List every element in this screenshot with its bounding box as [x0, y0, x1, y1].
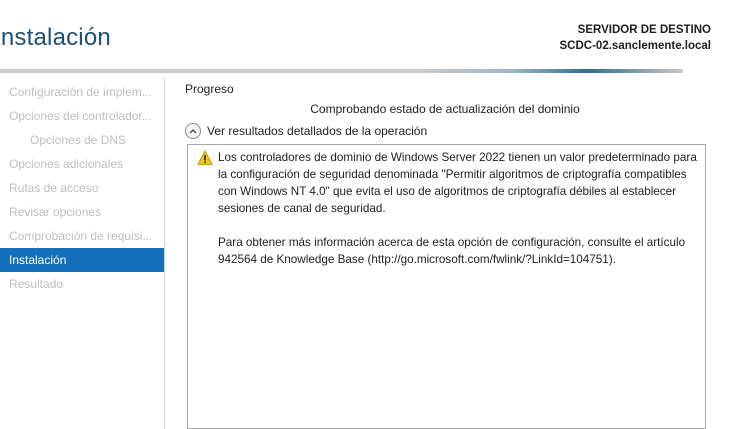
nav-item-results[interactable]: Resultado: [0, 272, 164, 296]
results-message-paragraph-1: Los controladores de dominio de Windows …: [218, 151, 697, 215]
nav-item-review-options[interactable]: Revisar opciones: [0, 200, 164, 224]
nav-item-deployment-configuration[interactable]: Configuración de implem...: [0, 80, 164, 104]
results-message: Los controladores de dominio de Windows …: [218, 149, 698, 285]
detailed-results-label: Ver resultados detallados de la operació…: [207, 124, 428, 138]
operation-results-box: Los controladores de dominio de Windows …: [187, 144, 706, 429]
target-server-name: SCDC-02.sanclemente.local: [559, 40, 711, 52]
detailed-results-toggle[interactable]: Ver resultados detallados de la operació…: [185, 123, 427, 139]
warning-icon: [197, 150, 213, 166]
target-server-info: SERVIDOR DE DESTINO SCDC-02.sanclemente.…: [560, 22, 711, 54]
nav-item-dns-options[interactable]: Opciones de DNS: [0, 128, 164, 152]
target-server-label: SERVIDOR DE DESTINO: [577, 24, 711, 36]
nav-item-additional-options[interactable]: Opciones adicionales: [0, 152, 164, 176]
page-title: Instalación: [0, 24, 111, 51]
nav-item-installation[interactable]: Instalación: [0, 248, 164, 272]
nav-item-prerequisites-check[interactable]: Comprobación de requisi...: [0, 224, 164, 248]
nav-separator: [164, 78, 165, 429]
wizard-nav: Configuración de implem... Opciones del …: [0, 80, 164, 429]
progress-status-text: Comprobando estado de actualización del …: [310, 102, 580, 116]
progress-label: Progreso: [185, 82, 234, 96]
header-divider: [0, 69, 683, 73]
nav-item-domain-controller-options[interactable]: Opciones del controlador...: [0, 104, 164, 128]
results-message-paragraph-2: Para obtener más información acerca de e…: [218, 236, 686, 266]
main-content: Progreso Comprobando estado de actualiza…: [185, 80, 715, 429]
nav-item-paths[interactable]: Rutas de acceso: [0, 176, 164, 200]
chevron-up-icon[interactable]: [185, 123, 201, 139]
